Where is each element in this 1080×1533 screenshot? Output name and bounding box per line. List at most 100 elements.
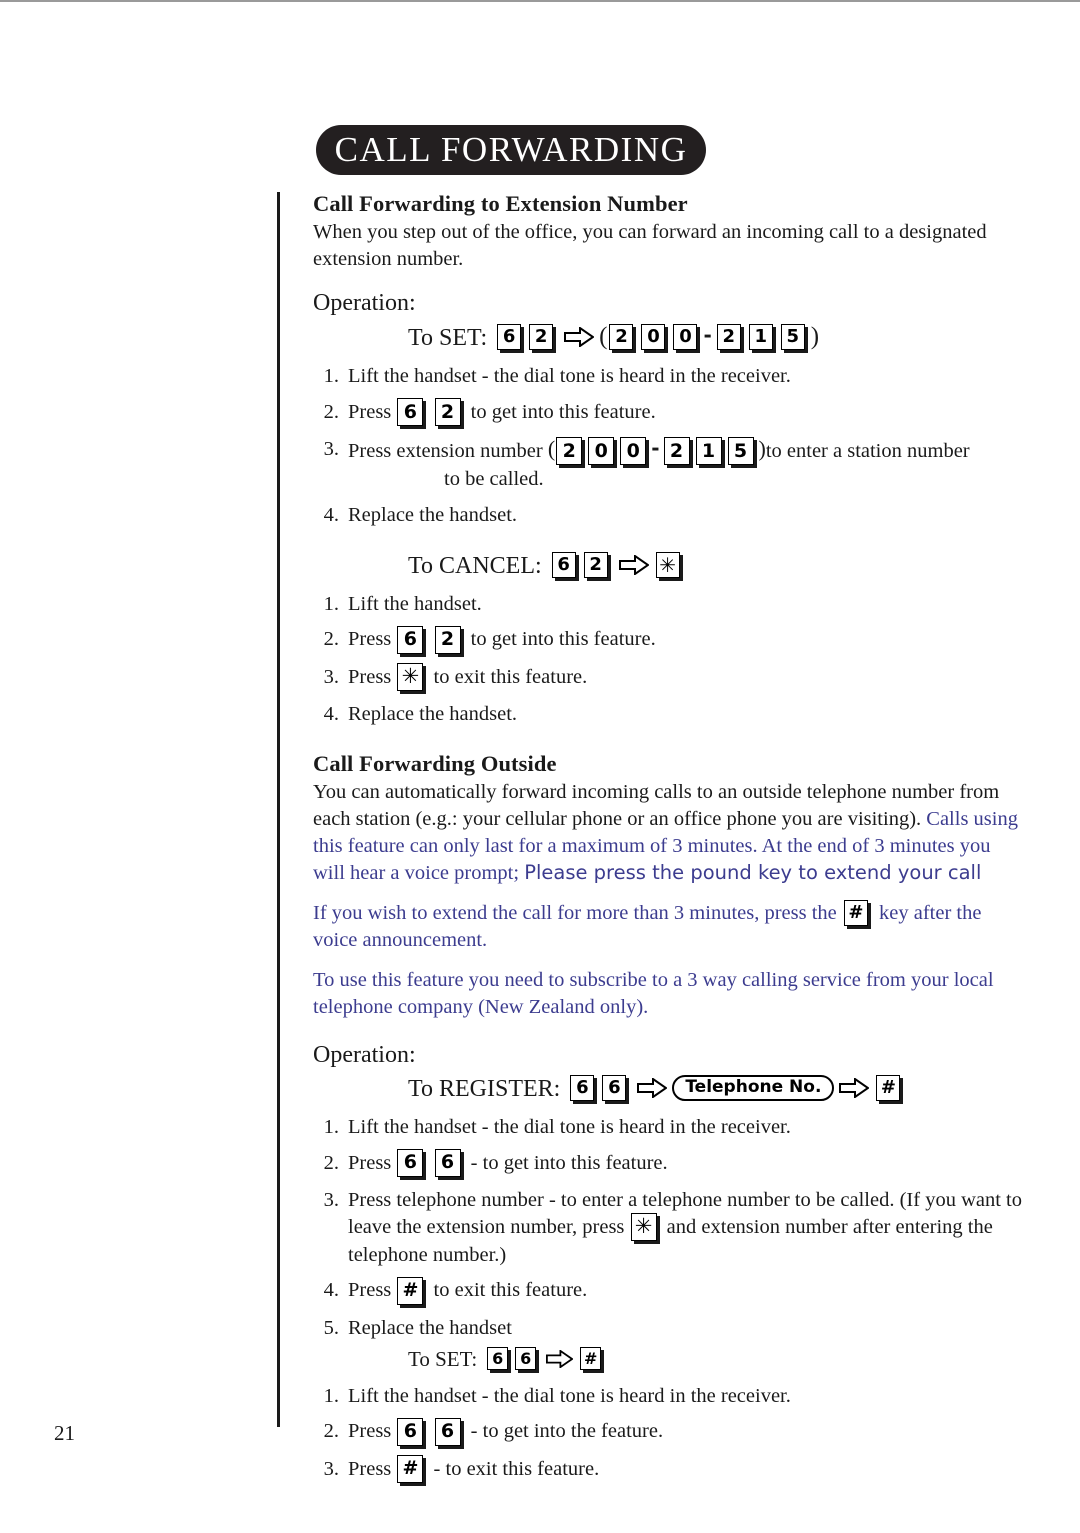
step-text: Press extension number (2 0 0-2 1 5)to enter… bbox=[348, 436, 1023, 493]
step-text: Replace the handset bbox=[348, 1316, 512, 1339]
key-6: 6 bbox=[551, 551, 576, 578]
command-label-register: To REGISTER: bbox=[408, 1075, 561, 1102]
step-text-before: Press bbox=[348, 1420, 392, 1443]
key-0: 0 bbox=[620, 437, 647, 466]
extend-call-paragraph: If you wish to extend the call for more … bbox=[313, 900, 1023, 954]
close-paren: ) bbox=[758, 436, 766, 462]
step-number: 3. bbox=[323, 1188, 339, 1211]
step-number: 4. bbox=[323, 1279, 339, 1302]
key-1: 1 bbox=[748, 323, 773, 350]
key-star: ✳ bbox=[397, 662, 424, 691]
key-0: 0 bbox=[588, 437, 615, 466]
step-number: 1. bbox=[323, 1115, 339, 1138]
list-item: 1. Lift the handset - the dial tone is h… bbox=[313, 363, 1023, 390]
step-text: Replace the handset. bbox=[348, 504, 518, 527]
operation-label-outside: Operation: bbox=[313, 1042, 416, 1069]
key-2: 2 bbox=[583, 551, 608, 578]
key-2: 2 bbox=[434, 398, 461, 427]
key-pound: # bbox=[397, 1454, 424, 1483]
key-6: 6 bbox=[434, 1148, 461, 1177]
step-text-after: - to get into the feature. bbox=[470, 1420, 664, 1443]
list-item: 3. Press telephone number - to enter a t… bbox=[313, 1187, 1023, 1269]
key-pound: # bbox=[843, 900, 868, 927]
telephone-number-key: Telephone No. bbox=[672, 1074, 835, 1101]
step-text: Replace the handset. bbox=[348, 702, 518, 725]
list-item: 1. Lift the handset - the dial tone is h… bbox=[313, 1114, 1023, 1141]
step-text-after: - to get into this feature. bbox=[470, 1151, 668, 1174]
step-text: Press telephone number - to enter a tele… bbox=[348, 1187, 1023, 1269]
step-number: 1. bbox=[323, 592, 339, 615]
key-group-feature-code: 6 6 bbox=[485, 1347, 541, 1371]
intro-blue-sans-text: Please press the pound key to extend you… bbox=[524, 860, 982, 884]
key-pound: # bbox=[580, 1347, 602, 1371]
list-item: 2. Press 6 6 - to get into this feature. bbox=[313, 1148, 1023, 1178]
step-number: 5. bbox=[323, 1316, 339, 1339]
list-item: 1. Lift the handset - the dial tone is h… bbox=[313, 1383, 1023, 1410]
step-text: Lift the handset - the dial tone is hear… bbox=[348, 1384, 791, 1407]
key-6: 6 bbox=[397, 1148, 424, 1177]
page-header-banner: CALL FORWARDING bbox=[316, 125, 706, 175]
step-text-continued: to be called. bbox=[444, 468, 544, 491]
key-6: 6 bbox=[515, 1347, 537, 1371]
step-text-after: to get into this feature. bbox=[470, 400, 656, 423]
list-item: 5. Replace the handset bbox=[313, 1315, 1023, 1342]
command-label-set: To SET: bbox=[408, 324, 488, 351]
key-6: 6 bbox=[570, 1074, 595, 1101]
step-text-after: to get into this feature. bbox=[470, 628, 656, 651]
command-label-cancel: To CANCEL: bbox=[408, 552, 542, 579]
list-item: 2. Press 6 2 to get into this feature. bbox=[313, 398, 1023, 427]
step-text-after: - to exit this feature. bbox=[433, 1457, 600, 1480]
extend-text-before: If you wish to extend the call for more … bbox=[313, 901, 837, 924]
step-text: Press # - to exit this feature. bbox=[348, 1454, 1023, 1484]
step-text: Press # to exit this feature. bbox=[348, 1276, 1023, 1305]
steps-list-set-outside: 1. Lift the handset - the dial tone is h… bbox=[313, 1383, 1023, 1484]
key-0: 0 bbox=[641, 323, 666, 350]
step-number: 3. bbox=[323, 1457, 339, 1480]
section-intro-extension: When you step out of the office, you can… bbox=[313, 221, 987, 271]
key-2: 2 bbox=[609, 323, 634, 350]
key-group-extension-prefix: 2 0 0 bbox=[607, 323, 703, 351]
step-text-before: Press bbox=[348, 1151, 392, 1174]
step-text-before: Press bbox=[348, 628, 392, 651]
subscribe-paragraph: To use this feature you need to subscrib… bbox=[313, 969, 994, 1019]
key-6: 6 bbox=[497, 323, 522, 350]
step-text-after: to exit this feature. bbox=[433, 665, 588, 688]
key-5: 5 bbox=[780, 323, 805, 350]
list-item: 1. Lift the handset. bbox=[313, 591, 1023, 618]
step-text: Press 6 2 to get into this feature. bbox=[348, 398, 1023, 427]
list-item: 3. Press extension number (2 0 0-2 1 5)to en… bbox=[313, 436, 1023, 493]
step-text: Lift the handset - the dial tone is hear… bbox=[348, 365, 791, 388]
list-item: 4. Press # to exit this feature. bbox=[313, 1276, 1023, 1305]
command-line-set-outside: To SET: 6 6 # bbox=[408, 1346, 1023, 1372]
step-text-after: to enter a station number bbox=[765, 440, 970, 463]
command-label-set: To SET: bbox=[408, 1347, 478, 1372]
content-column: Call Forwarding to Extension Number When… bbox=[313, 190, 1023, 1493]
key-2: 2 bbox=[434, 625, 461, 654]
list-item: 3. Press # - to exit this feature. bbox=[313, 1454, 1023, 1484]
command-line-set-extension: To SET: 6 2 ( 2 0 0 - 2 1 5 ) bbox=[408, 322, 1023, 353]
open-paren: ( bbox=[599, 322, 608, 350]
list-item: 4. Replace the handset. bbox=[313, 502, 1023, 529]
key-2: 2 bbox=[716, 323, 741, 350]
key-star: ✳ bbox=[655, 551, 680, 578]
step-number: 3. bbox=[323, 665, 339, 688]
command-line-register: To REGISTER: 6 6 Telephone No. # bbox=[408, 1074, 1023, 1104]
key-group-feature-code: 6 2 bbox=[550, 551, 614, 579]
key-6: 6 bbox=[602, 1074, 627, 1101]
command-line-cancel-extension: To CANCEL: 6 2 ✳ bbox=[408, 551, 1023, 581]
open-paren: ( bbox=[547, 436, 556, 462]
key-group-feature-code: 6 2 bbox=[495, 323, 559, 351]
key-5: 5 bbox=[727, 437, 754, 466]
step-number: 3. bbox=[323, 438, 339, 461]
operation-label-extension: Operation: bbox=[313, 290, 416, 317]
left-margin-rule bbox=[277, 192, 280, 1427]
hollow-right-arrow-icon bbox=[546, 1349, 574, 1368]
key-pound: # bbox=[397, 1276, 424, 1305]
step-number: 4. bbox=[323, 702, 339, 725]
step-number: 1. bbox=[323, 365, 339, 388]
step-text-before: Press bbox=[348, 665, 392, 688]
intro-black-text: You can automatically forward incoming c… bbox=[313, 780, 1000, 830]
list-item: 3. Press ✳ to exit this feature. bbox=[313, 662, 1023, 692]
steps-list-cancel-extension: 1. Lift the handset. 2. Press 6 2 to get… bbox=[313, 591, 1023, 728]
list-item: 2. Press 6 2 to get into this feature. bbox=[313, 625, 1023, 654]
